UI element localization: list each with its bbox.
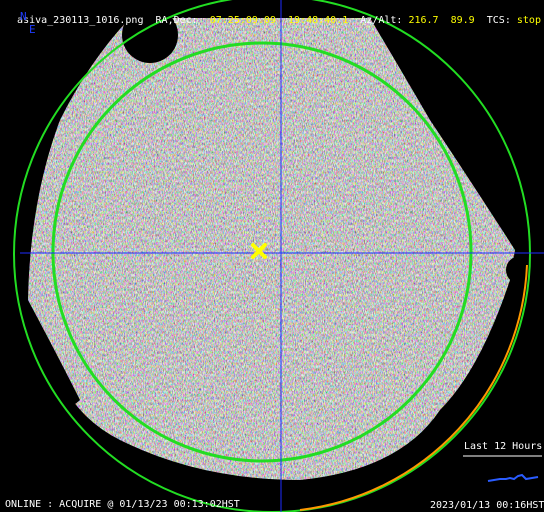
legend-label: Last 12 Hours xyxy=(464,441,543,452)
timestamp: 2023/01/13 00:16HST xyxy=(430,500,544,511)
ra-value: 07:25:09.09 xyxy=(209,15,276,26)
compass-east: E xyxy=(29,23,36,36)
dec-value: 19:48:40.1 xyxy=(288,15,349,26)
filename: asiva_230113_1016.png xyxy=(17,15,144,26)
status-line: ONLINE : ACQUIRE @ 01/13/23 00:13:02HST xyxy=(5,499,240,510)
header-bar: asiva_230113_1016.png RA,Dec: 07:25:09.0… xyxy=(5,3,541,27)
radec-label: RA,Dec: xyxy=(155,15,198,26)
azalt-label: Az/Alt: xyxy=(360,15,403,26)
compass-north: N xyxy=(20,10,27,23)
tcs-status: stop xyxy=(516,15,541,26)
az-value: 216.7 xyxy=(408,15,439,26)
sky-camera-view xyxy=(0,0,544,512)
tcs-label: TCS: xyxy=(486,15,511,26)
alt-value: 89.9 xyxy=(450,15,475,26)
